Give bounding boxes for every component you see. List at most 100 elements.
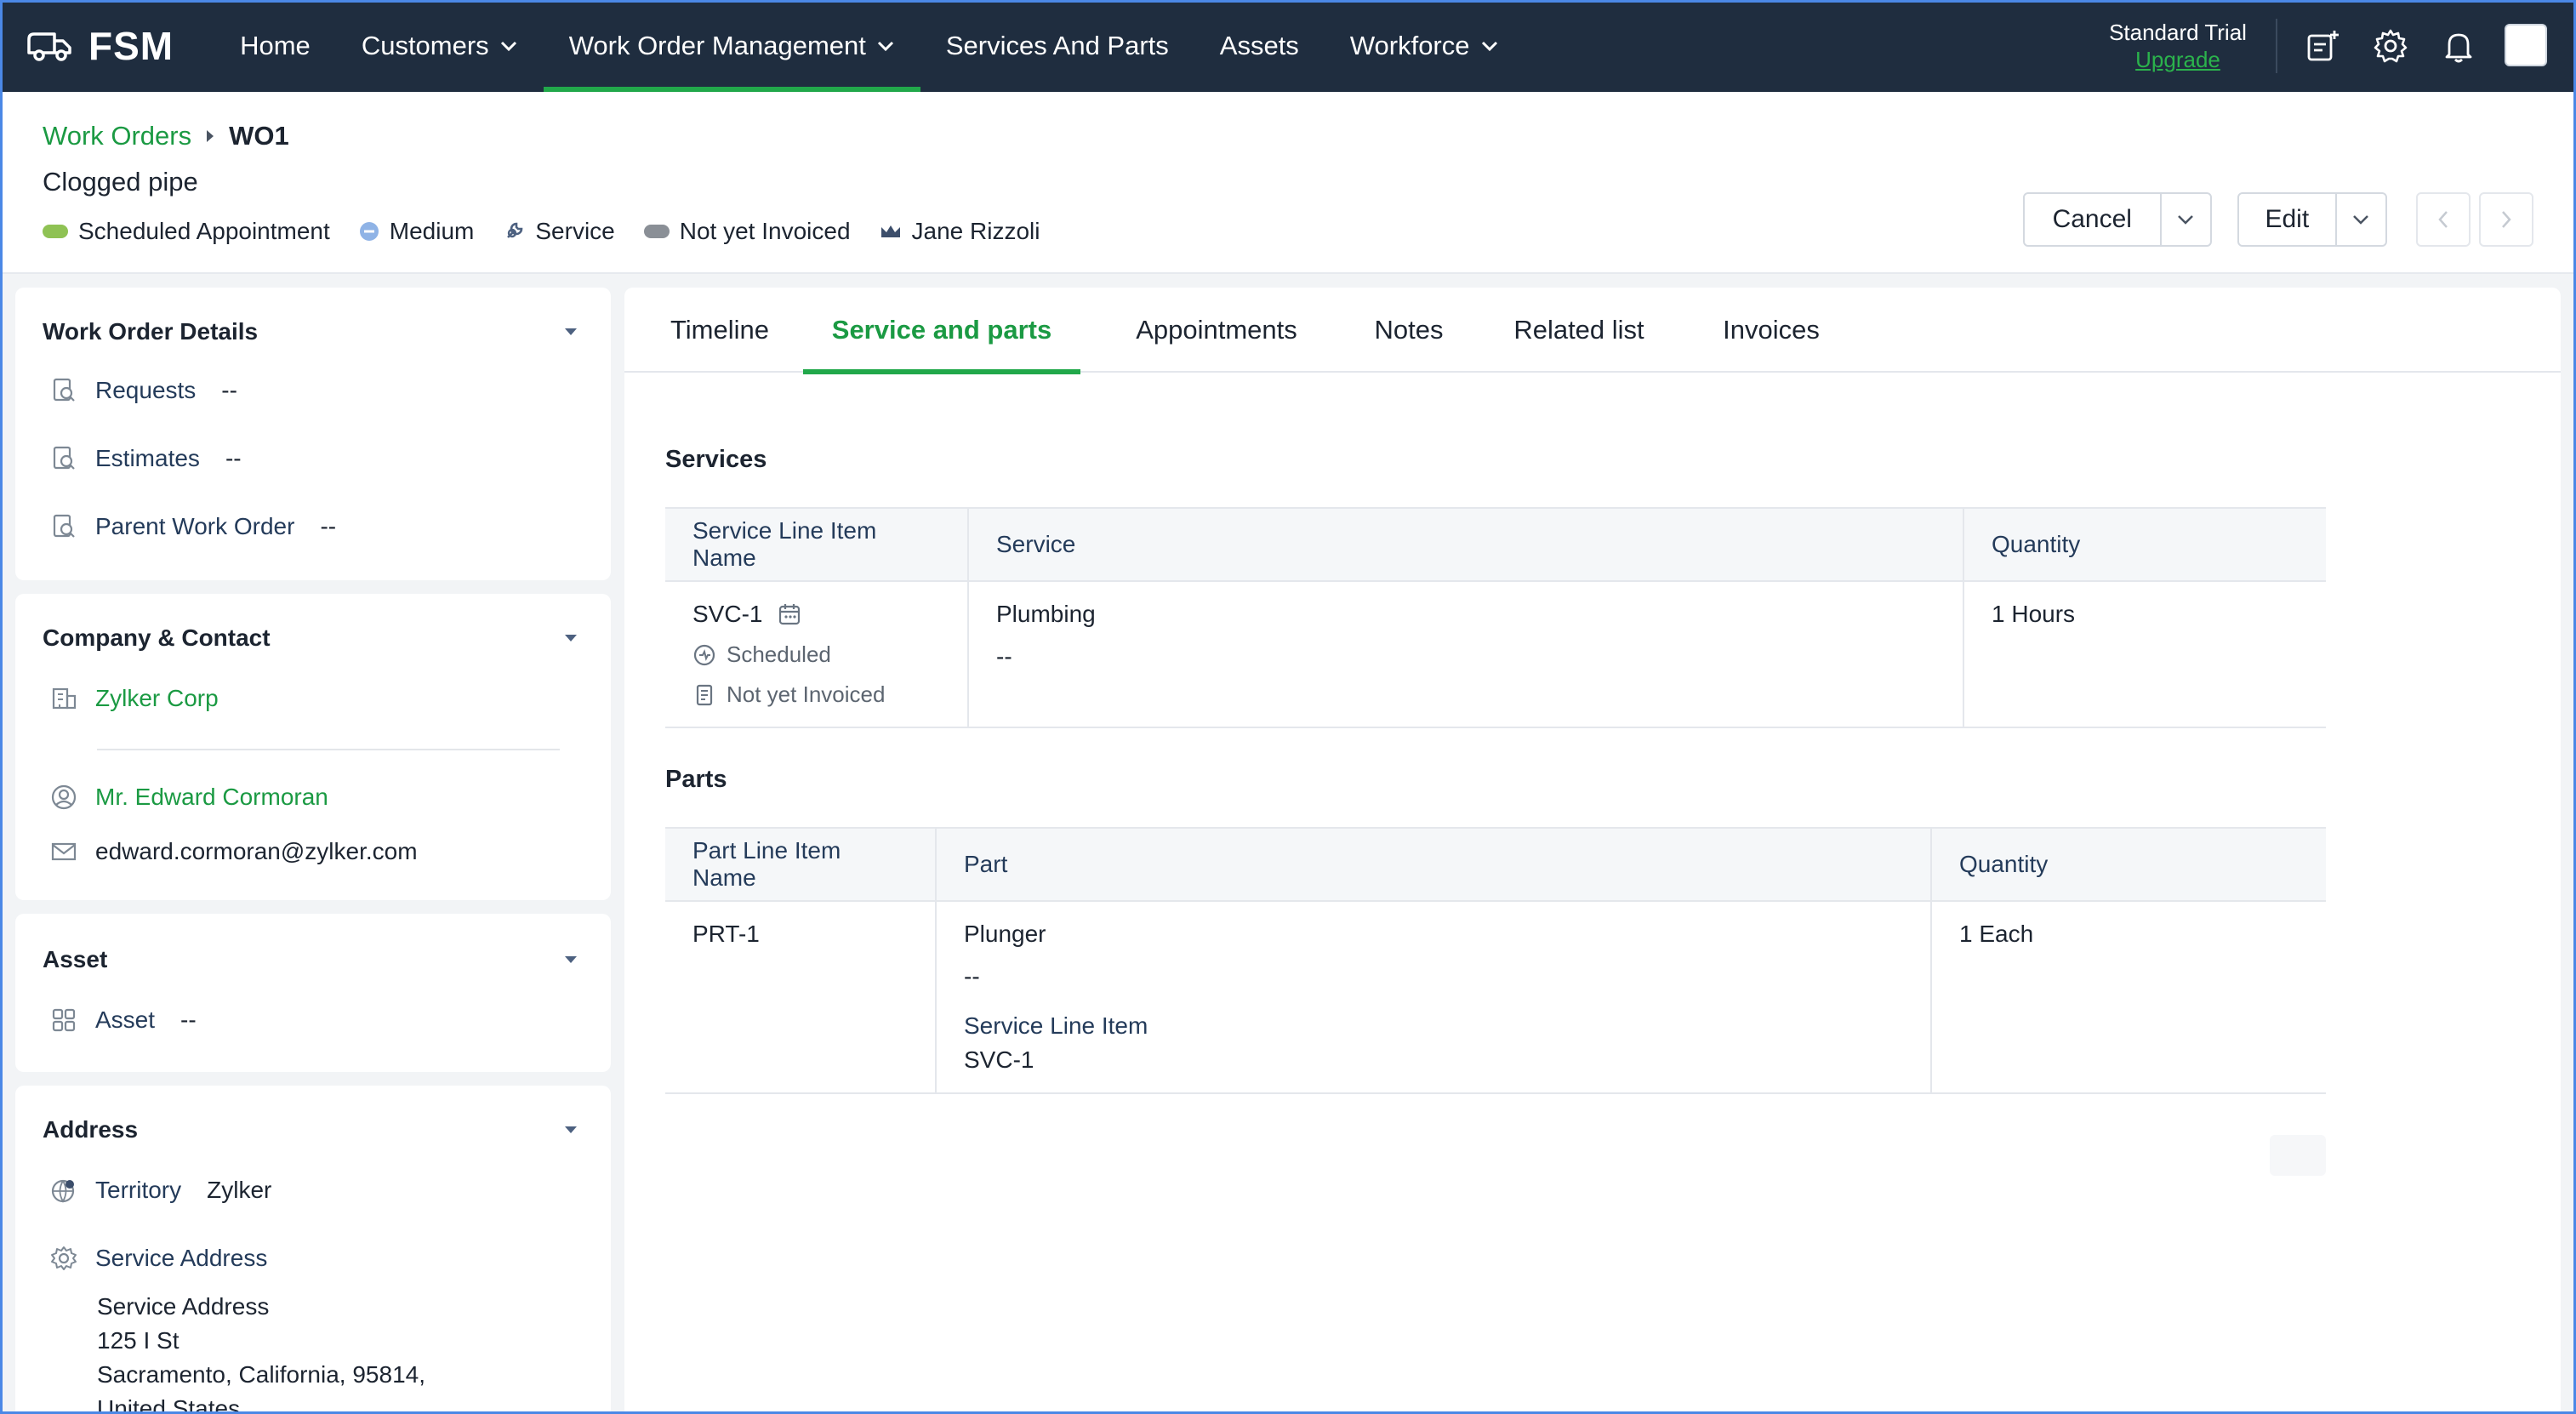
- billing-badge: Not yet Invoiced: [643, 218, 851, 245]
- asset-card: Asset Asset --: [15, 914, 611, 1072]
- nav-label: Customers: [361, 31, 489, 60]
- status-badge: Scheduled Appointment: [43, 218, 330, 245]
- service-line-item-cell: SVC-1 Scheduled Not yet Invoiced: [665, 581, 969, 728]
- chevron-down-icon: [877, 41, 893, 52]
- globe-pin-icon: [51, 1179, 75, 1203]
- services-section-title: Services: [665, 446, 767, 473]
- table-row[interactable]: SVC-1 Scheduled Not yet Invoiced Plumbin…: [665, 581, 2326, 728]
- card-title: Asset: [43, 946, 108, 972]
- request-doc-icon: [53, 378, 75, 402]
- cancel-button[interactable]: Cancel: [2025, 194, 2162, 245]
- company-contact-card: Company & Contact Zylker Corp Mr. Edward…: [15, 594, 611, 900]
- type-text: Service: [535, 218, 615, 244]
- previous-record-button[interactable]: [2416, 192, 2471, 247]
- table-row[interactable]: PRT-1 Plunger -- Service Line Item SVC-1…: [665, 901, 2326, 1094]
- nav-item-services-and-parts[interactable]: Services And Parts: [920, 0, 1194, 92]
- billing-pill-icon: [643, 225, 670, 238]
- nav-item-work-order-management[interactable]: Work Order Management: [543, 0, 921, 92]
- estimates-label: Estimates: [95, 445, 200, 471]
- service-line-item-value: SVC-1: [964, 1046, 1034, 1073]
- nav-label: Assets: [1219, 31, 1299, 60]
- tab-service-and-parts[interactable]: Service and parts: [803, 288, 1080, 374]
- owner-badge: Jane Rizzoli: [880, 218, 1040, 245]
- app-logo[interactable]: FSM: [26, 23, 174, 69]
- tab-appointments[interactable]: Appointments: [1114, 288, 1319, 373]
- cancel-dropdown-button[interactable]: [2162, 194, 2210, 245]
- card-title: Company & Contact: [43, 624, 271, 651]
- nav-item-customers[interactable]: Customers: [336, 0, 544, 92]
- address-card: Address Territory Zylker Service Address…: [15, 1086, 611, 1414]
- email-value[interactable]: edward.cormoran@zylker.com: [95, 838, 418, 865]
- tab-notes[interactable]: Notes: [1358, 288, 1460, 373]
- nav-menu: Home Customers Work Order Management Ser…: [214, 0, 1524, 92]
- table-header-row: Part Line Item Name Part Quantity: [665, 827, 2326, 902]
- status-text: Scheduled: [727, 641, 831, 667]
- priority-badge: Medium: [359, 218, 474, 245]
- invoice-icon: [696, 684, 713, 705]
- tab-invoices[interactable]: Invoices: [1698, 288, 1844, 373]
- territory-field: Territory Zylker: [49, 1176, 271, 1205]
- scheduled-status-icon: [693, 644, 715, 665]
- floating-placeholder: [2270, 1135, 2326, 1176]
- nav-item-assets[interactable]: Assets: [1194, 0, 1325, 92]
- billing-text: Not yet Invoiced: [727, 681, 886, 707]
- page-title: Clogged pipe: [43, 167, 198, 197]
- edit-button[interactable]: Edit: [2239, 194, 2337, 245]
- parts-section-title: Parts: [665, 766, 727, 793]
- card-title: Work Order Details: [43, 318, 259, 345]
- service-name: Plumbing: [996, 601, 1096, 627]
- owner-text: Jane Rizzoli: [911, 218, 1040, 244]
- upgrade-link[interactable]: Upgrade: [2101, 46, 2254, 73]
- territory-value: Zylker: [207, 1177, 272, 1203]
- collapse-toggle-icon[interactable]: [563, 955, 578, 965]
- company-field: Zylker Corp: [49, 684, 219, 713]
- service-cell: Plumbing --: [968, 581, 1964, 728]
- nav-item-home[interactable]: Home: [214, 0, 336, 92]
- address-line: Sacramento, California, 95814,: [97, 1361, 425, 1388]
- breadcrumb-work-orders[interactable]: Work Orders: [43, 121, 191, 151]
- calendar-icon[interactable]: [778, 602, 801, 626]
- breadcrumb-current: WO1: [229, 121, 289, 151]
- settings-location-icon: [51, 1246, 77, 1270]
- asset-grid-icon: [52, 1008, 76, 1032]
- priority-medium-icon: [359, 222, 379, 241]
- service-address-field: Service Address: [49, 1244, 267, 1273]
- contact-field: Mr. Edward Cormoran: [49, 783, 328, 812]
- contact-link[interactable]: Mr. Edward Cormoran: [95, 784, 328, 811]
- asset-label: Asset: [95, 1006, 156, 1033]
- column-header: Service Line Item Name: [665, 507, 969, 582]
- record-header: Work Orders WO1 Clogged pipe Scheduled A…: [0, 92, 2576, 274]
- chevron-down-icon: [1481, 41, 1497, 52]
- edit-dropdown-button[interactable]: [2337, 194, 2385, 245]
- nav-item-workforce[interactable]: Workforce: [1325, 0, 1525, 92]
- bell-icon[interactable]: [2440, 27, 2477, 65]
- caret-right-icon: [207, 130, 214, 142]
- mail-icon: [51, 842, 77, 861]
- estimates-field: Estimates --: [49, 444, 242, 473]
- gear-icon[interactable]: [2372, 27, 2409, 65]
- line-item-id[interactable]: SVC-1: [692, 601, 762, 628]
- collapse-toggle-icon[interactable]: [563, 327, 578, 337]
- tab-related-list[interactable]: Related list: [1501, 288, 1657, 373]
- avatar[interactable]: [2505, 24, 2547, 66]
- column-header: Part Line Item Name: [665, 827, 937, 902]
- company-link[interactable]: Zylker Corp: [95, 685, 219, 712]
- work-order-doc-icon: [53, 514, 75, 538]
- service-status: Scheduled: [692, 641, 940, 668]
- service-line-item-label: Service Line Item: [964, 1012, 1148, 1039]
- nav-label: Services And Parts: [945, 31, 1169, 60]
- collapse-toggle-icon[interactable]: [563, 1125, 578, 1135]
- requests-label: Requests: [95, 377, 197, 403]
- new-note-icon[interactable]: [2304, 27, 2341, 65]
- part-line-item-cell[interactable]: PRT-1: [665, 901, 937, 1094]
- status-text: Scheduled Appointment: [78, 218, 330, 244]
- estimates-value: --: [225, 445, 242, 471]
- tab-timeline[interactable]: Timeline: [665, 288, 774, 373]
- nav-label: Workforce: [1349, 31, 1470, 60]
- address-line: United States: [97, 1395, 241, 1414]
- collapse-toggle-icon[interactable]: [563, 633, 578, 643]
- card-title: Address: [43, 1116, 139, 1143]
- next-record-button[interactable]: [2479, 192, 2533, 247]
- table-header-row: Service Line Item Name Service Quantity: [665, 507, 2326, 582]
- parent-label: Parent Work Order: [95, 513, 295, 539]
